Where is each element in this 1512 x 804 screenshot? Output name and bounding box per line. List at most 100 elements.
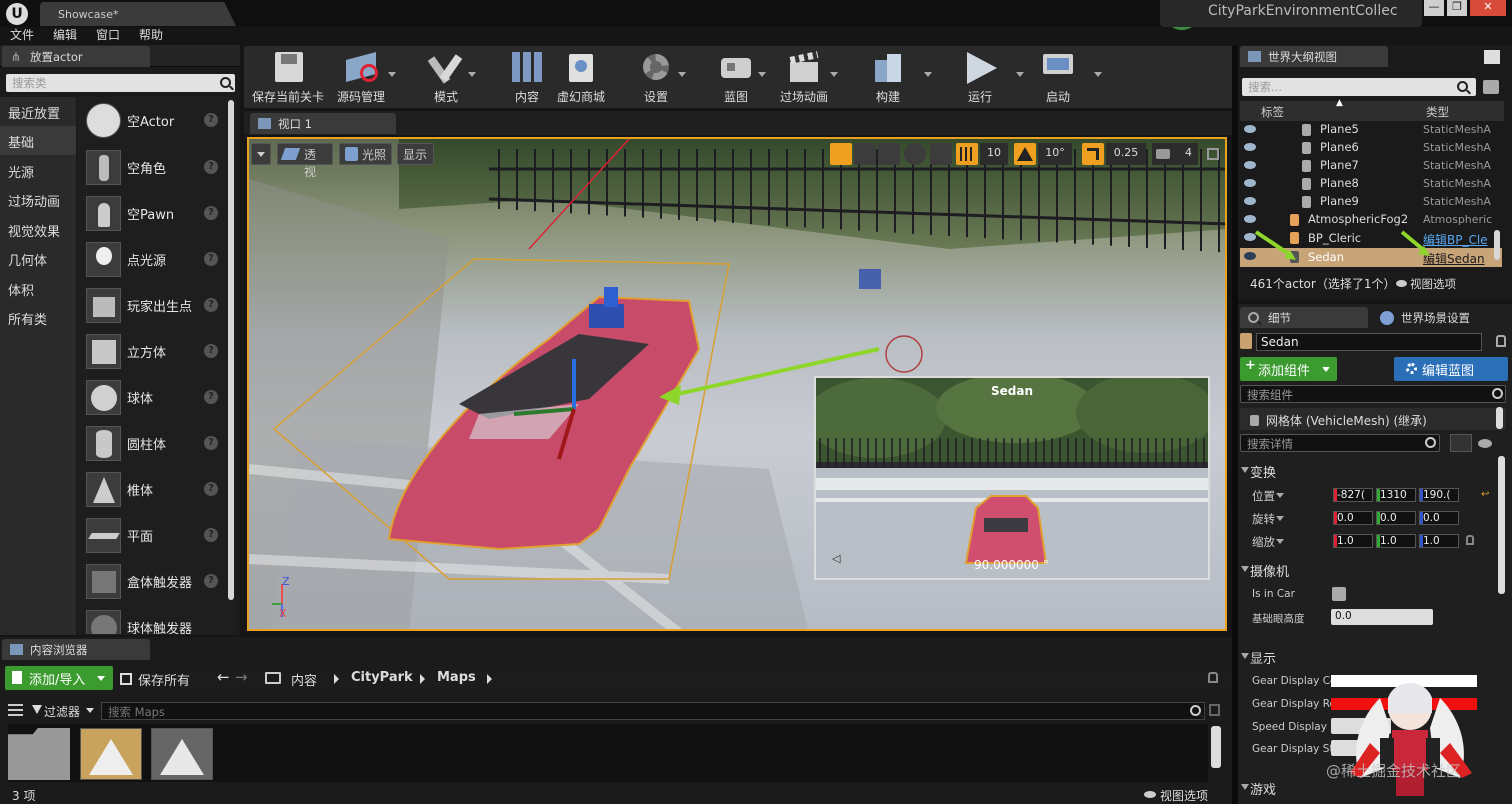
tab-world-outliner[interactable]: 世界大纲视图: [1240, 46, 1388, 67]
rotation-z-field[interactable]: 0.0: [1419, 511, 1459, 525]
map-asset[interactable]: [151, 728, 213, 780]
reset-arrow-icon[interactable]: ↩: [1481, 489, 1489, 500]
grid-snap-icon[interactable]: [956, 143, 978, 165]
gear-display-color-label[interactable]: Gear Display Co: [1252, 675, 1336, 687]
source-control-dropdown[interactable]: [388, 72, 396, 77]
outliner-row[interactable]: Plane6 StaticMeshA: [1240, 139, 1502, 157]
list-item[interactable]: 空Pawn?: [80, 192, 225, 236]
unreal-logo-icon[interactable]: U: [6, 3, 28, 25]
folder-icon[interactable]: [265, 672, 281, 684]
visibility-eye-icon[interactable]: [1244, 179, 1256, 187]
help-icon[interactable]: ?: [204, 113, 218, 127]
blueprints-dropdown[interactable]: [758, 72, 766, 77]
component-scrollbar[interactable]: [1496, 407, 1503, 429]
outliner-search-input[interactable]: 搜索...: [1242, 78, 1476, 96]
search-icon[interactable]: [220, 77, 231, 88]
rotation-snap-icon[interactable]: [1014, 143, 1036, 165]
list-item[interactable]: 立方体?: [80, 330, 225, 374]
category-all-classes[interactable]: 所有类: [0, 303, 76, 332]
tab-content-browser[interactable]: 内容浏览器: [2, 639, 150, 660]
category-lights[interactable]: 光源: [0, 156, 76, 185]
lighting-button[interactable]: 光照: [339, 143, 392, 165]
show-button[interactable]: 显示: [397, 143, 434, 165]
rotation-label[interactable]: 旋转: [1252, 511, 1275, 527]
gear-display-reverse-label[interactable]: Gear Display Re: [1252, 698, 1336, 710]
help-icon[interactable]: ?: [204, 160, 218, 174]
marketplace-button[interactable]: 虚幻商城: [552, 50, 610, 105]
scale-snap-value[interactable]: 0.25: [1106, 143, 1146, 165]
actor-list-scrollbar[interactable]: [228, 100, 234, 600]
speed-display-label[interactable]: Speed Display S: [1252, 721, 1337, 733]
breadcrumb-separator-icon[interactable]: [420, 674, 425, 684]
section-camera[interactable]: 摄像机: [1238, 558, 1500, 580]
close-button[interactable]: ✕: [1470, 0, 1506, 16]
forward-arrow-icon[interactable]: →: [235, 668, 248, 686]
content-button[interactable]: 内容: [506, 50, 548, 105]
source-control-button[interactable]: 源码管理: [330, 50, 392, 105]
outliner-row[interactable]: Plane8 StaticMeshA: [1240, 175, 1502, 193]
visibility-eye-icon[interactable]: [1244, 197, 1256, 205]
help-icon[interactable]: ?: [204, 206, 218, 220]
list-item[interactable]: 玩家出生点?: [80, 284, 225, 328]
maximize-viewport-icon[interactable]: [1207, 148, 1219, 160]
category-cinematic[interactable]: 过场动画: [0, 185, 76, 214]
outliner-scrollbar[interactable]: [1494, 230, 1500, 260]
list-item[interactable]: 椎体?: [80, 468, 225, 512]
perspective-button[interactable]: 透视: [277, 143, 333, 179]
menu-edit[interactable]: 编辑: [53, 27, 77, 44]
category-recent[interactable]: 最近放置: [0, 97, 76, 126]
location-x-field[interactable]: -827(: [1333, 488, 1373, 502]
world-space-icon[interactable]: [904, 143, 926, 165]
asset-scrollbar[interactable]: [1211, 726, 1221, 768]
breadcrumb-content[interactable]: 内容: [291, 670, 317, 689]
modes-dropdown[interactable]: [468, 72, 476, 77]
visibility-eye-icon[interactable]: [1244, 215, 1256, 223]
tab-place-actors[interactable]: ⋔ 放置actor: [2, 46, 150, 67]
back-arrow-icon[interactable]: ←: [217, 668, 230, 686]
location-label[interactable]: 位置: [1252, 488, 1275, 504]
base-eye-height-field[interactable]: 0.0: [1331, 609, 1433, 625]
rotate-tool-icon[interactable]: [854, 143, 876, 165]
is-in-car-checkbox[interactable]: [1332, 587, 1346, 601]
class-search-input[interactable]: 搜索类: [6, 74, 235, 92]
details-search-input[interactable]: 搜索详情: [1240, 434, 1440, 452]
category-basic[interactable]: 基础: [0, 126, 76, 155]
category-volumes[interactable]: 体积: [0, 274, 76, 303]
pin-icon[interactable]: [1484, 50, 1500, 64]
cinematics-button[interactable]: 过场动画: [776, 50, 832, 105]
search-icon[interactable]: [1425, 437, 1436, 448]
list-item[interactable]: 点光源?: [80, 238, 225, 282]
rotation-y-field[interactable]: 0.0: [1376, 511, 1416, 525]
list-item[interactable]: 平面?: [80, 514, 225, 558]
breadcrumb-separator-icon[interactable]: [487, 674, 492, 684]
component-search-input[interactable]: 搜索组件: [1240, 385, 1506, 403]
list-item[interactable]: 球体?: [80, 376, 225, 420]
help-icon[interactable]: ?: [204, 390, 218, 404]
component-vehiclemesh[interactable]: 网格体 (VehicleMesh) (继承): [1250, 412, 1427, 429]
scale-y-field[interactable]: 1.0: [1376, 534, 1416, 548]
cinematics-dropdown[interactable]: [830, 72, 838, 77]
scale-x-field[interactable]: 1.0: [1333, 534, 1373, 548]
help-icon[interactable]: ?: [204, 574, 218, 588]
help-icon[interactable]: ?: [204, 528, 218, 542]
scale-label[interactable]: 缩放: [1252, 534, 1275, 550]
sources-toggle-icon[interactable]: [8, 704, 23, 716]
list-item[interactable]: 球体触发器: [80, 606, 225, 634]
blueprints-button[interactable]: 蓝图: [716, 50, 756, 105]
grid-snap-value[interactable]: 10: [980, 143, 1008, 165]
play-dropdown[interactable]: [1016, 72, 1024, 77]
tab-world-settings[interactable]: 世界场景设置: [1374, 307, 1502, 328]
gear-display-string-label[interactable]: Gear Display Str: [1252, 743, 1338, 755]
help-icon[interactable]: ?: [204, 298, 218, 312]
breadcrumb-citypark[interactable]: CityPark: [351, 670, 413, 685]
menu-help[interactable]: 帮助: [139, 27, 163, 44]
visibility-eye-icon[interactable]: [1244, 143, 1256, 151]
lock-icon[interactable]: [1208, 672, 1218, 683]
settings-dropdown[interactable]: [678, 72, 686, 77]
help-icon[interactable]: ?: [204, 344, 218, 358]
col-label[interactable]: 标签: [1261, 104, 1284, 120]
minimize-button[interactable]: —: [1424, 0, 1444, 16]
rotation-snap-value[interactable]: 10°: [1038, 143, 1072, 165]
asset-search-input[interactable]: 搜索 Maps: [101, 702, 1205, 720]
visibility-eye-icon[interactable]: [1244, 161, 1256, 169]
